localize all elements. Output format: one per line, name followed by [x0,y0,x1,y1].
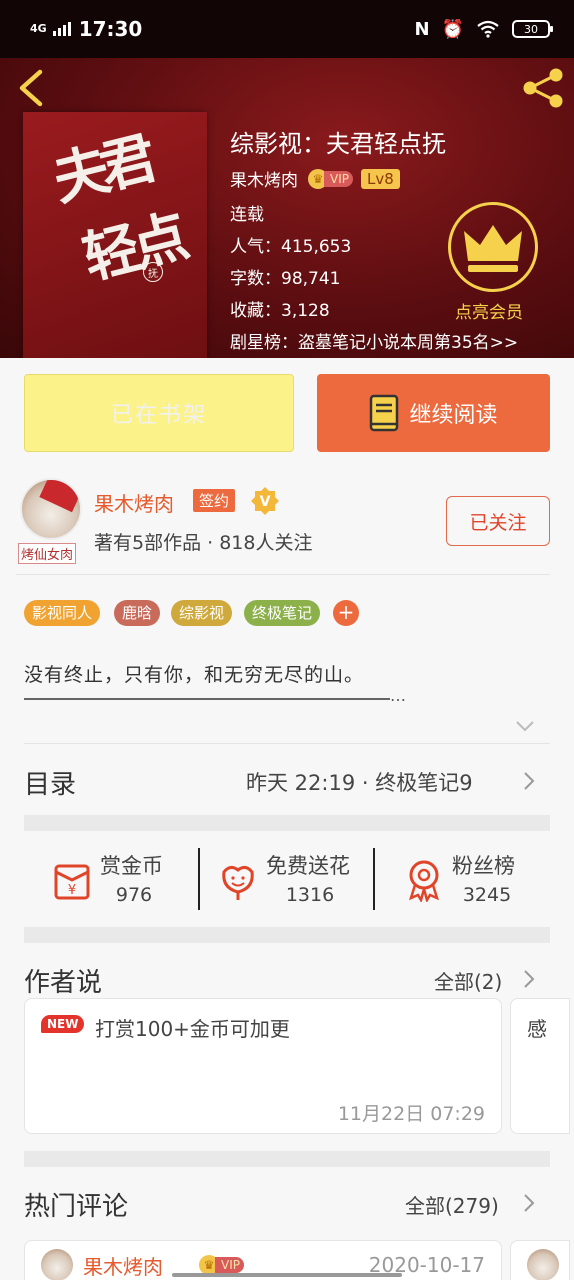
svg-text:¥: ¥ [68,883,76,898]
stat-label: 赏金币 [100,854,163,878]
status-bar: 4G 17:30 N ⏰ 30 [0,0,574,58]
tag-chip[interactable]: 鹿晗 [114,600,161,626]
verified-v-icon: V [251,487,279,515]
shelf-button[interactable]: 已在书架 [24,374,294,452]
book-icon [370,394,399,432]
book-summary: 没有终止，只有你，和无穷无尽的山。 [24,664,365,686]
stat-label: 粉丝榜 [452,854,515,878]
author-note-card[interactable]: 感 [510,998,570,1134]
stat-value: 3245 [462,884,512,906]
chevron-down-icon[interactable] [514,718,536,734]
red-envelope-icon: ¥ [54,864,90,900]
comment-avatar[interactable] [527,1249,559,1280]
author-says-all[interactable]: 全部(2) [434,966,502,995]
section-separator [24,815,550,831]
popularity: 人气：415,653 [230,237,352,257]
continue-reading-button[interactable]: 继续阅读 [317,374,550,452]
author-note-text: 打赏100+金币可加更 [95,1017,290,1041]
flower-icon [222,865,254,900]
hot-comments-all[interactable]: 全部(279) [405,1190,499,1219]
alarm-icon: ⏰ [441,18,464,40]
vip-badge: ♛ VIP [308,168,353,189]
stat-value: 976 [115,884,153,906]
home-indicator[interactable] [172,1273,402,1277]
book-cover[interactable]: 夫君 轻点 抚 [23,112,207,358]
word-count: 字数：98,741 [230,269,341,289]
battery-icon: 30 [512,20,553,38]
divider [16,574,550,575]
chevron-right-icon[interactable] [522,1192,536,1214]
author-avatar[interactable] [20,478,82,540]
book-author-row: 果木烤肉 ♛ VIP Lv8 [230,166,400,191]
favorites: 收藏：3,128 [230,301,330,321]
serial-status: 连载 [230,205,264,225]
book-info: 综影视：夫君轻点抚 [230,124,446,159]
share-icon[interactable] [520,66,566,110]
book-header: 4G 17:30 N ⏰ 30 夫君 轻点 抚 综影视：夫君轻点抚 果木烤肉 ♛… [0,0,574,358]
new-badge: NEW [41,1015,85,1033]
wifi-icon [477,20,499,38]
svg-text:V: V [260,494,271,510]
latest-chapter[interactable]: 昨天 22:19 · 终极笔记9 [246,767,473,797]
vip-badge: ♛ VIP [199,1255,244,1275]
clock: 17:30 [78,17,143,41]
tag-chip[interactable]: 影视同人 [24,600,101,626]
stat-label: 免费送花 [266,854,350,878]
book-author[interactable]: 果木烤肉 [230,166,298,191]
cover-title-line2: 轻点 [76,203,190,293]
comment-card[interactable] [510,1240,570,1280]
avatar-tag: 烤仙女肉 [18,543,77,564]
cover-seal: 抚 [143,262,163,282]
back-arrow-icon[interactable] [14,68,48,108]
author-note-time: 11月22日 07:29 [337,1103,485,1125]
stat-separator [198,848,200,910]
stat-value: 1316 [285,884,335,906]
continue-reading-label: 继续阅读 [409,403,498,428]
nfc-icon: N [414,18,430,40]
gold-coin-reward[interactable]: ¥ 赏金币 976 [50,846,180,912]
fan-ranking[interactable]: 粉丝榜 3245 [402,846,532,912]
signed-badge: 签约 [193,489,236,512]
tag-chip[interactable]: 终极笔记 [244,600,321,626]
book-title: 综影视：夫君轻点抚 [230,130,446,158]
author-says-title: 作者说 [24,968,103,998]
summary-underline [24,698,390,700]
vip-member-label[interactable]: 点亮会员 [455,298,523,323]
comment-user[interactable]: 果木烤肉 [83,1251,163,1280]
add-tag-button[interactable]: + [333,600,359,626]
signal-icon [52,22,71,36]
level-badge: Lv8 [360,168,400,189]
send-flower[interactable]: 免费送花 1316 [216,846,366,912]
tag-chip[interactable]: 综影视 [171,600,233,626]
cover-title-line1: 夫君 [46,126,156,214]
chevron-right-icon[interactable] [522,968,536,990]
vip-text: VIP [215,1257,244,1273]
author-name[interactable]: 果木烤肉 [94,488,174,517]
divider [24,743,550,744]
network-label: 4G [30,22,47,35]
section-separator [24,927,550,943]
ranking-link[interactable]: 剧星榜：盗墓笔记小说本周第35名>> [230,328,518,353]
follow-button[interactable]: 已关注 [446,496,550,546]
chevron-right-icon[interactable] [522,770,536,792]
toc-title[interactable]: 目录 [24,764,76,801]
award-ribbon-icon [409,860,439,902]
vip-text: VIP [324,170,353,187]
section-separator [24,1151,550,1167]
hot-comments-title: 热门评论 [24,1192,129,1222]
comment-avatar[interactable] [41,1249,73,1280]
summary-ellipsis: … [390,686,406,705]
crown-icon [464,225,522,272]
author-note-text: 感 [527,1017,547,1041]
vip-member-button[interactable] [448,202,538,292]
author-stats: 著有5部作品 · 818人关注 [94,532,313,554]
author-note-card[interactable]: NEW 打赏100+金币可加更 11月22日 07:29 [24,998,502,1134]
stat-separator [373,848,375,910]
